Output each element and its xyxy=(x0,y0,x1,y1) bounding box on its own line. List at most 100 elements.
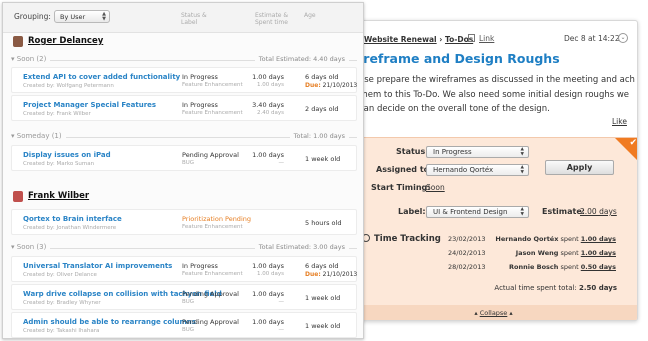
task-due: Due: 21/10/2013 xyxy=(305,271,358,278)
task-estimate: 1.00 days xyxy=(252,73,284,81)
breadcrumb: Website Renewal › To-Dos xyxy=(364,35,474,44)
group-name: ▾ Soon (2) xyxy=(11,55,51,63)
time-tracking-toggle[interactable]: Time Tracking xyxy=(362,234,441,244)
task-row[interactable]: Warp drive collapse on collision with ta… xyxy=(11,284,357,310)
collapse-button[interactable]: ▴ Collapse ▴ xyxy=(348,305,637,320)
task-status: In Progress xyxy=(182,262,218,270)
task-creator: Created by: Oliver Delance xyxy=(23,272,97,278)
task-estimate: 1.00 days xyxy=(252,151,284,159)
group-name: ▾ Soon (3) xyxy=(11,243,51,251)
task-label: BUG xyxy=(182,299,195,305)
task-status: Prioritization Pending xyxy=(182,215,251,223)
todo-date: Dec 8 at 14:22 xyxy=(564,34,620,43)
task-label: BUG xyxy=(182,327,195,333)
avatar xyxy=(13,191,23,202)
group-name: ▾ Someday (1) xyxy=(11,132,66,140)
start-timing-link[interactable]: Soon xyxy=(426,183,445,192)
select-arrows-icon: ▲ ▼ xyxy=(520,165,524,175)
task-creator: Created by: Takashi Ihahara xyxy=(23,328,100,334)
apply-button[interactable]: Apply xyxy=(545,160,614,175)
group-total: Total: 1.00 days xyxy=(289,132,349,140)
estimate-label: Estimate: xyxy=(542,207,585,216)
task-label: Feature Enhancement xyxy=(182,224,243,230)
task-status: Pending Approval xyxy=(182,318,239,326)
task-age: 5 hours old xyxy=(305,219,342,227)
select-arrows-icon: ▲ ▼ xyxy=(102,11,106,22)
column-header-age: Age xyxy=(304,12,316,19)
task-creator: Created by: Wolfgang Petermann xyxy=(23,83,114,89)
task-label: BUG xyxy=(182,160,195,166)
grouping-select[interactable]: By User ▲ ▼ xyxy=(54,10,110,23)
link-button[interactable]: Link xyxy=(468,34,494,43)
group-header[interactable]: ▾ Someday (1) Total: 1.00 days xyxy=(11,130,357,142)
task-status: Pending Approval xyxy=(182,290,239,298)
task-estimate: 1.00 days xyxy=(252,290,284,298)
task-label: Feature Enhancement xyxy=(182,110,243,116)
task-spent: 1.00 days xyxy=(257,271,284,277)
avatar xyxy=(13,36,23,47)
task-status: In Progress xyxy=(182,73,218,81)
check-icon: ✔ xyxy=(629,138,637,148)
list-toolbar: Grouping: By User ▲ ▼ Status & Label Estim… xyxy=(3,3,363,33)
like-link[interactable]: Like xyxy=(612,117,627,126)
task-row[interactable]: Project Manager Special Features Created… xyxy=(11,95,357,121)
todo-title: ireframe and Design Roughs xyxy=(359,51,560,66)
task-age: 1 week old xyxy=(305,322,341,330)
task-row[interactable]: Extend API to cover added functionality … xyxy=(11,67,357,93)
task-age: 1 week old xyxy=(305,294,341,302)
task-row[interactable]: Admin should be able to rearrange column… xyxy=(11,312,357,338)
task-row[interactable]: Universal Translator AI improvements Cre… xyxy=(11,256,357,282)
group-header[interactable]: ▾ Soon (2) Total Estimated: 4.40 days xyxy=(11,53,357,65)
assigned-label: Assigned to: xyxy=(376,165,433,174)
status-select[interactable]: In Progress ▲ ▼ xyxy=(426,146,529,158)
task-age: 6 days old xyxy=(305,73,339,81)
todo-detail-panel: Website Renewal › To-Dos Link Dec 8 at 1… xyxy=(347,20,638,321)
estimate-link[interactable]: 2.00 days xyxy=(580,207,617,216)
task-title[interactable]: Admin should be able to rearrange column… xyxy=(23,318,196,326)
column-header-estimate: Estimate & Spent time xyxy=(255,12,289,26)
task-label: Feature Enhancement xyxy=(182,82,243,88)
task-title[interactable]: Universal Translator AI improvements xyxy=(23,262,172,270)
breadcrumb-project[interactable]: Website Renewal xyxy=(364,35,437,44)
user-name[interactable]: Roger Delancey xyxy=(28,36,103,46)
task-list-panel: Grouping: By User ▲ ▼ Status & Label Estim… xyxy=(2,2,364,339)
task-spent: — xyxy=(278,160,285,166)
task-title[interactable]: Extend API to cover added functionality xyxy=(23,73,180,81)
link-icon xyxy=(468,34,475,42)
grouping-value: By User xyxy=(60,13,86,21)
user-name[interactable]: Frank Wilber xyxy=(28,191,89,201)
task-due: Due: 21/10/2013 xyxy=(305,82,358,89)
task-row[interactable]: Qortex to Brain interface Created by: Jo… xyxy=(11,209,357,235)
label-select[interactable]: UI & Frontend Design ▲ ▼ xyxy=(426,206,529,218)
status-label: Status: xyxy=(396,147,429,156)
task-age: 2 days old xyxy=(305,105,339,113)
task-creator: Created by: Frank Wilber xyxy=(23,111,91,117)
task-spent: 2.40 days xyxy=(257,110,284,116)
task-creator: Created by: Bradley Whyner xyxy=(23,300,101,306)
todo-properties: ✔ Status: In Progress ▲ ▼ Assigned to: Her… xyxy=(348,137,637,305)
label-label: Label: xyxy=(398,207,426,216)
task-age: 6 days old xyxy=(305,262,339,270)
task-creator: Created by: Jonathan Windermere xyxy=(23,225,117,231)
assignee-select[interactable]: Hernando Qortéx ▲ ▼ xyxy=(426,164,529,176)
task-estimate: 1.00 days xyxy=(252,318,284,326)
grouping-label: Grouping: xyxy=(14,12,51,21)
column-header-status: Status & Label xyxy=(181,12,207,26)
actual-time-total: Actual time spent total: 2.50 days xyxy=(494,284,617,292)
start-timing-label: Start Timing: xyxy=(371,183,431,192)
task-estimate: 3.40 days xyxy=(252,101,284,109)
task-spent: — xyxy=(278,299,285,305)
select-arrows-icon: ▲ ▼ xyxy=(520,147,524,157)
task-estimate: 1.00 days xyxy=(252,262,284,270)
todo-description: ase prepare the wireframes as discussed … xyxy=(359,75,635,114)
task-creator: Created by: Marko Suman xyxy=(23,161,95,167)
chevron-down-icon[interactable]: ⌄ xyxy=(618,33,628,43)
task-title[interactable]: Project Manager Special Features xyxy=(23,101,156,109)
task-title[interactable]: Qortex to Brain interface xyxy=(23,215,122,223)
task-spent: — xyxy=(278,327,285,333)
group-header[interactable]: ▾ Soon (3) Total Estimated: 3.00 days xyxy=(11,241,357,253)
task-title[interactable]: Display issues on iPad xyxy=(23,151,111,159)
task-row[interactable]: Display issues on iPad Created by: Marko… xyxy=(11,145,357,171)
task-status: Pending Approval xyxy=(182,151,239,159)
task-status: In Progress xyxy=(182,101,218,109)
